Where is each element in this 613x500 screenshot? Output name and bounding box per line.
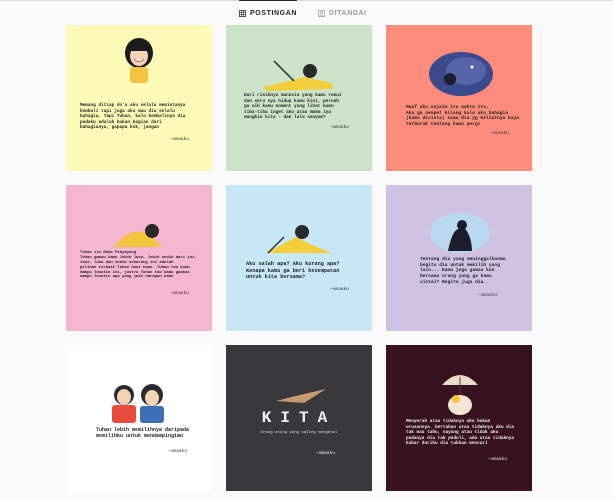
post-quote: Tuhan itu Maha Penyayang Tuhan gamau kam…: [80, 251, 197, 280]
post-tile[interactable]: Tentang dia yang meninggalkanmu begitu d…: [386, 185, 532, 331]
post-tile[interactable]: KITA Orang asing yang saling mengenal —o…: [226, 345, 372, 491]
umbrella-person-illustration: [442, 375, 478, 415]
post-signature: —omaaku: [488, 457, 507, 462]
post-signature: —omaaku: [170, 137, 189, 142]
post-quote: Maaf aku sejaim itu waktu itu. Aku ga se…: [406, 105, 520, 128]
silhouette-cloud-illustration: [430, 213, 490, 253]
couple-illustration: [112, 384, 164, 423]
post-tile[interactable]: Maaf aku sejaim itu waktu itu. Aku ga se…: [386, 25, 532, 171]
tab-posts[interactable]: POSTINGAN: [239, 0, 298, 25]
post-title: KITA: [261, 409, 337, 427]
post-signature: —omaaku: [490, 131, 509, 136]
lying-person-illustration: [264, 60, 332, 91]
stretching-person-illustration: [266, 225, 332, 254]
tab-posts-label: POSTINGAN: [250, 9, 298, 17]
post-quote: Orang asing yang saling mengenal: [260, 431, 338, 435]
tab-tagged[interactable]: DITANDAI: [318, 1, 367, 25]
resting-person-illustration: [114, 224, 162, 247]
night-sky-illustration: [429, 52, 493, 96]
post-tile[interactable]: Memang ditiap do'a aku selalu memintanya…: [66, 25, 212, 171]
post-quote: Dari risihnya manusia yang kamu temui da…: [244, 93, 342, 120]
profile-tabs: POSTINGAN DITANDAI: [0, 0, 613, 25]
post-tile[interactable]: Dari risihnya manusia yang kamu temui da…: [226, 25, 372, 171]
post-signature: —omaaku: [316, 451, 335, 456]
post-signature: —omaaku: [478, 293, 497, 298]
paper-airplane-illustration: [276, 389, 326, 403]
post-signature: —omaaku: [170, 291, 189, 296]
post-quote: Menyerah atau tidaknya aku bukan urusann…: [406, 419, 515, 446]
post-tile[interactable]: Aku salah apa? Aku kurang apa? Kenapa ka…: [226, 185, 372, 331]
post-signature: —omaaku: [330, 287, 349, 292]
post-signature: —omaaku: [168, 449, 187, 454]
post-quote: Tentang dia yang meninggalkanmu begitu d…: [420, 257, 506, 285]
post-quote: Memang ditiap do'a aku selalu memintanya…: [80, 103, 186, 130]
posts-grid: Memang ditiap do'a aku selalu memintanya…: [66, 25, 533, 495]
post-tile[interactable]: Tuhan itu Maha Penyayang Tuhan gamau kam…: [66, 185, 212, 331]
grid-icon: [239, 9, 246, 17]
post-tile[interactable]: Menyerah atau tidaknya aku bukan urusann…: [386, 345, 532, 491]
post-quote: Tuhan lebih memilihnya daripada memilihk…: [96, 427, 190, 440]
post-tile[interactable]: Tuhan lebih memilihnya daripada memilihk…: [66, 345, 212, 491]
girl-illustration: [125, 38, 153, 83]
post-signature: —omaaku: [330, 125, 349, 130]
tagged-icon: [318, 9, 325, 17]
tab-tagged-label: DITANDAI: [329, 9, 367, 17]
post-quote: Aku salah apa? Aku kurang apa? Kenapa ka…: [246, 261, 340, 280]
